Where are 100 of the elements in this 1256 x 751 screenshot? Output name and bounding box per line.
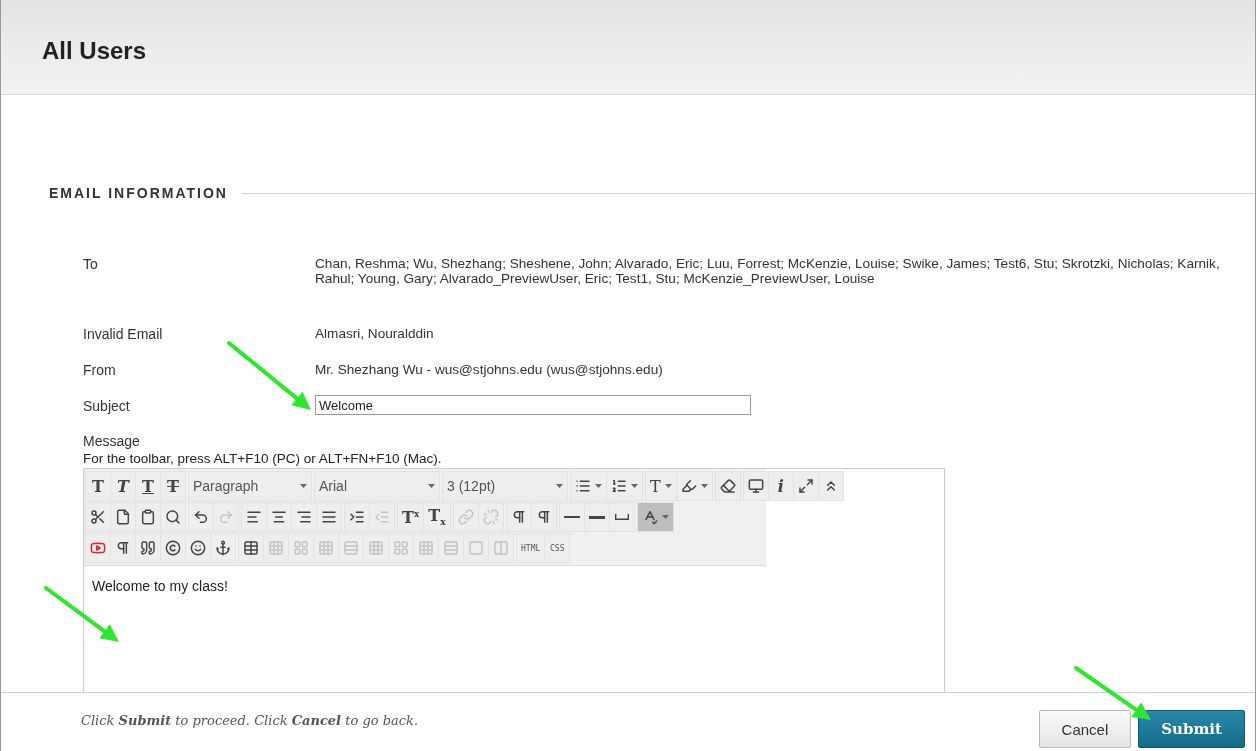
scissors-icon	[90, 509, 106, 525]
toolbar-button[interactable]	[583, 502, 610, 532]
message-editor[interactable]: T T T T Paragraph Arial 3 (12pt) T i T$^{x}$ T$_{x}$ HTML CSS Welcome to my class!	[83, 468, 945, 692]
split-button[interactable]	[606, 471, 643, 501]
align-justify-icon	[321, 509, 337, 525]
message-text: Welcome to my class!	[91, 577, 229, 596]
smiley-icon	[190, 540, 206, 556]
table-grid-icon	[318, 540, 334, 556]
format-button[interactable]: T	[160, 471, 186, 501]
cancel-button[interactable]: Cancel	[1038, 710, 1132, 748]
pilcrow-icon	[115, 540, 131, 556]
toolbar-button[interactable]	[188, 502, 214, 532]
toolbar-button[interactable]	[792, 471, 819, 501]
code-view-button[interactable]: CSS	[544, 533, 571, 563]
toolbar-button[interactable]	[238, 533, 264, 563]
link-icon	[457, 509, 474, 525]
table-grid-icon	[343, 540, 359, 556]
toolbar-button[interactable]	[817, 471, 844, 501]
format-button[interactable]: T$_{x}$	[423, 502, 451, 532]
toolbar-button[interactable]	[291, 502, 317, 532]
monitor-icon	[747, 478, 764, 494]
expand-icon	[797, 478, 814, 494]
space-icon	[614, 514, 629, 520]
submit-button[interactable]: Submit	[1138, 710, 1245, 748]
field-label: From	[83, 362, 117, 378]
page-title: All Users	[42, 37, 147, 65]
search-icon	[165, 509, 181, 525]
code-view-button[interactable]: HTML	[516, 533, 546, 563]
highlighter-icon	[680, 478, 697, 494]
field-label: Subject	[83, 398, 131, 414]
caret-icon	[661, 515, 669, 519]
format-button[interactable]: T	[135, 471, 161, 501]
toolbar-hint: For the toolbar, press ALT+F10 (PC) or ALT+FN+F10 (Mac).	[83, 451, 443, 466]
subject-field[interactable]: Welcome	[315, 395, 751, 415]
numbered-list-icon	[611, 478, 627, 494]
split-button[interactable]	[675, 471, 713, 501]
table-grid-icon	[268, 540, 284, 556]
toolbar-button[interactable]	[266, 502, 292, 532]
toolbar-button[interactable]	[85, 502, 111, 532]
toolbar-button[interactable]	[110, 502, 136, 532]
format-button[interactable]: T$^{x}$	[397, 502, 425, 532]
toolbar-button[interactable]	[742, 471, 769, 501]
toolbar-button[interactable]	[344, 502, 370, 532]
footer-instructions: Click Submit to proceed. Click Cancel to go back.	[81, 713, 419, 730]
split-button[interactable]	[636, 502, 674, 532]
field-value: Mr. Shezhang Wu - wus@stjohns.edu (wus@stjohns.edu)	[315, 362, 664, 377]
caret-icon	[300, 484, 307, 488]
split-button[interactable]: T	[645, 471, 677, 501]
caret-icon	[631, 484, 638, 488]
caret-icon	[700, 484, 708, 488]
bullet-list-icon	[575, 478, 591, 494]
format-button[interactable]: i	[767, 471, 794, 501]
toolbar-button[interactable]	[316, 502, 342, 532]
format-button[interactable]: T	[85, 471, 111, 501]
align-center-icon	[271, 509, 287, 525]
cell-icon	[468, 540, 484, 556]
caret-icon	[428, 484, 435, 488]
toolbar-button[interactable]	[135, 502, 161, 532]
eraser-icon	[719, 478, 736, 494]
split-button[interactable]	[570, 471, 607, 501]
caret-icon	[664, 484, 672, 488]
align-right-icon	[296, 509, 312, 525]
table-icon	[243, 540, 259, 556]
toolbar-button[interactable]	[505, 502, 532, 532]
table-grid-icon	[293, 540, 309, 556]
toolbar-button[interactable]	[530, 502, 557, 532]
toolbar-button[interactable]	[210, 533, 236, 563]
quote-icon	[140, 540, 156, 556]
toolbar-button[interactable]	[241, 502, 267, 532]
toolbar-button[interactable]	[85, 533, 111, 563]
toolbar-button[interactable]	[714, 471, 741, 501]
video-icon	[90, 540, 106, 556]
format-button[interactable]: T	[110, 471, 136, 501]
toolbar-button[interactable]	[110, 533, 136, 563]
toolbar-button[interactable]	[160, 533, 186, 563]
format-dropdown[interactable]: 3 (12pt)	[442, 471, 568, 501]
toolbar-button[interactable]	[608, 502, 635, 532]
caret-icon	[556, 484, 563, 488]
outdent-icon	[374, 509, 390, 525]
undo-icon	[193, 509, 209, 525]
table-grid-icon	[368, 540, 384, 556]
toolbar-button[interactable]	[135, 533, 161, 563]
columns-icon	[493, 540, 509, 556]
table-grid-icon	[393, 540, 409, 556]
copyright-icon	[165, 540, 181, 556]
toolbar-button[interactable]	[160, 502, 186, 532]
table-grid-icon	[443, 540, 459, 556]
indent-icon	[349, 509, 365, 525]
toolbar-button[interactable]	[185, 533, 211, 563]
field-label: Invalid Email	[83, 326, 164, 342]
toolbar-button[interactable]	[558, 502, 585, 532]
thin-line-icon	[563, 516, 580, 518]
page-icon	[115, 509, 131, 525]
format-dropdown[interactable]: Paragraph	[188, 471, 312, 501]
field-label: Message	[83, 433, 141, 449]
format-dropdown[interactable]: Arial	[314, 471, 440, 501]
caret-icon	[595, 484, 602, 488]
align-left-icon	[246, 509, 262, 525]
section-title: EMAIL INFORMATION	[49, 185, 228, 201]
field-label: To	[83, 256, 99, 272]
